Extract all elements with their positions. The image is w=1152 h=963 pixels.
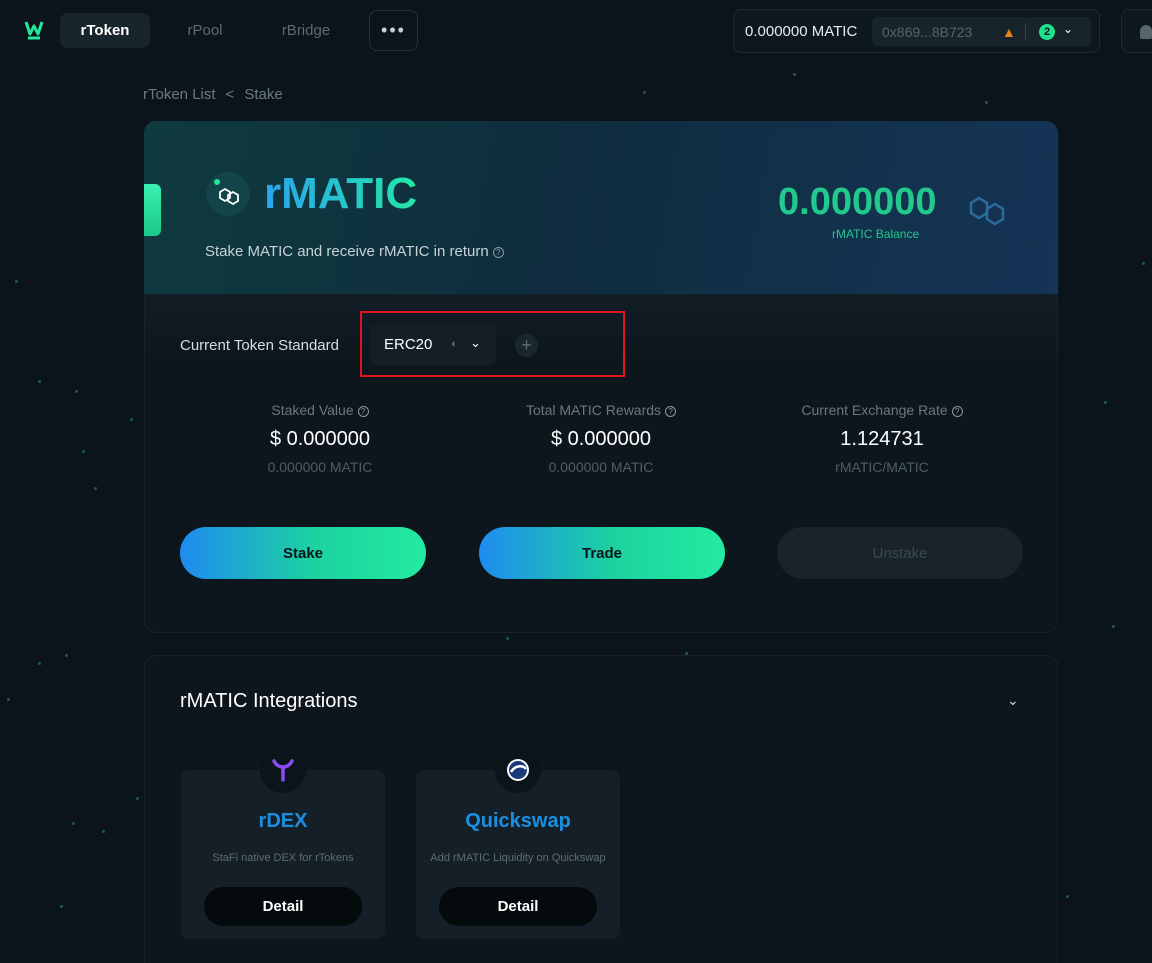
wallet-balance: 0.000000 MATIC [745,23,858,40]
stat-label: Total MATIC Rewards? [451,402,751,418]
stat-label: Current Exchange Rate? [732,402,1032,418]
stat-label: Staked Value? [170,402,470,418]
rmatic-balance-value: 0.000000 [778,181,937,223]
help-icon[interactable]: ? [492,247,504,258]
token-description-text: Stake MATIC and receive rMATIC in return [205,243,489,260]
stat-label-text: Staked Value [271,402,354,418]
bell-icon [1140,25,1152,39]
tab-rtoken[interactable]: rToken [60,13,150,48]
stat-value: $ 0.000000 [550,428,652,450]
breadcrumb-separator: < [225,86,235,103]
token-title: rMATIC [264,169,418,218]
wallet-address-box[interactable]: 0x869...8B723 ▲ 2 ⌄ [872,17,1091,46]
help-icon[interactable]: ? [357,406,369,417]
stat-value: 1.124731 [840,428,924,450]
matic-polygon-icon [969,196,1005,226]
integrations-panel: rMATIC Integrations ⌄ rDEX StaFi native … [144,655,1058,963]
rdex-logo-icon [260,747,306,793]
integrations-title: rMATIC Integrations [180,690,358,712]
quickswap-logo-icon [495,747,541,793]
breadcrumb-current: Stake [244,86,283,103]
integration-description: StaFi native DEX for rTokens [212,852,354,864]
highlight-box [360,311,625,377]
wallet-address: 0x869...8B723 [882,24,973,40]
tab-rbridge[interactable]: rBridge [266,13,346,48]
network-count-badge: 2 [1039,24,1055,40]
integration-card-quickswap: Quickswap Add rMATIC Liquidity on Quicks… [416,747,620,939]
more-menu-button[interactable]: ••• [369,10,418,51]
integration-card-rdex: rDEX StaFi native DEX for rTokens Detail [181,747,385,939]
divider [1025,23,1026,40]
breadcrumb-rtoken-list[interactable]: rToken List [143,86,216,103]
stafi-logo-icon[interactable] [24,20,44,42]
unstake-button[interactable]: Unstake [777,527,1023,579]
quickswap-detail-button[interactable]: Detail [439,887,597,926]
stat-exchange-rate: Current Exchange Rate? 1.124731 rMATIC/M… [732,402,1032,475]
top-nav: rToken rPool rBridge ••• 0.000000 MATIC … [0,0,1152,62]
collapse-chevron-icon[interactable]: ⌄ [1007,692,1019,709]
metamask-fox-icon: ▲ [1002,24,1016,40]
token-hero-card: rMATIC Stake MATIC and receive rMATIC in… [144,121,1058,299]
tab-rpool[interactable]: rPool [170,13,240,48]
stat-sub: 0.000000 MATIC [267,459,373,475]
wallet-info[interactable]: 0.000000 MATIC 0x869...8B723 ▲ 2 ⌄ [733,9,1100,53]
integration-name: rDEX [258,810,308,832]
hero-accent-bar [144,184,161,236]
rmatic-balance-label: rMATIC Balance [832,227,920,241]
stat-value: $ 0.000000 [269,428,371,450]
help-icon[interactable]: ? [951,406,963,417]
chevron-down-icon[interactable]: ⌄ [1063,22,1073,36]
trade-button[interactable]: Trade [479,527,725,579]
integration-name: Quickswap [465,810,571,832]
rdex-detail-button[interactable]: Detail [204,887,362,926]
token-standard-label: Current Token Standard [180,337,339,354]
token-description: Stake MATIC and receive rMATIC in return… [205,243,504,260]
rmatic-logo-icon [206,172,250,216]
notification-button[interactable] [1121,9,1152,53]
stake-button[interactable]: Stake [180,527,426,579]
help-icon[interactable]: ? [665,406,677,417]
stat-sub: rMATIC/MATIC [835,459,929,475]
breadcrumb: rToken List < Stake [143,86,283,103]
stat-label-text: Current Exchange Rate [801,402,948,418]
stat-sub: 0.000000 MATIC [548,459,654,475]
stake-panel: Current Token Standard ERC20 ◐ ⌄ + Stake… [144,294,1058,633]
stat-staked-value: Staked Value? $ 0.000000 0.000000 MATIC [170,402,470,475]
stat-label-text: Total MATIC Rewards [525,402,662,418]
integration-description: Add rMATIC Liquidity on Quickswap [430,852,606,864]
stat-total-rewards: Total MATIC Rewards? $ 0.000000 0.000000… [451,402,751,475]
